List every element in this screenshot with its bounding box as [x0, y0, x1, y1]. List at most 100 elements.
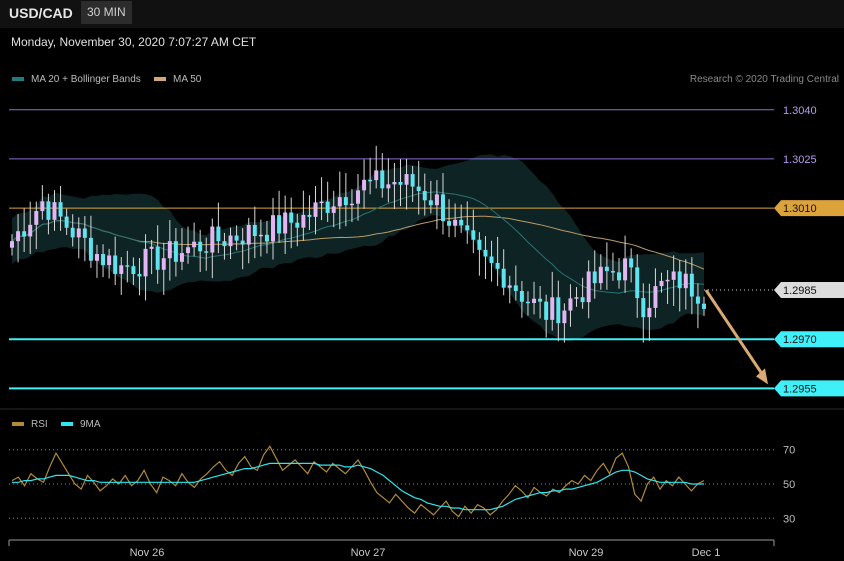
candle-body	[82, 228, 87, 238]
candle-body	[28, 224, 33, 237]
candle-body	[301, 214, 306, 228]
candle-body	[471, 230, 476, 240]
candle-body	[204, 251, 209, 253]
candle-body	[483, 249, 488, 257]
candle-body	[277, 215, 282, 234]
x-tick-label: Dec 1	[692, 547, 721, 559]
candle-body	[689, 273, 694, 297]
candle-body	[58, 202, 63, 217]
candle-body	[404, 174, 409, 185]
candle-body	[76, 228, 81, 238]
candle-body	[501, 268, 506, 288]
candle-body	[416, 186, 421, 192]
rsi-series-9ma	[12, 462, 704, 511]
candle-body	[258, 234, 263, 237]
candle-body	[592, 271, 597, 284]
candle-body	[586, 271, 591, 303]
candle-body	[307, 214, 312, 217]
candle-body	[362, 179, 367, 191]
candle-body	[453, 219, 458, 226]
candle-body	[186, 247, 191, 254]
candle-body	[465, 225, 470, 231]
candle-body	[113, 255, 118, 274]
candle-body	[562, 310, 567, 324]
candle-body	[544, 301, 549, 320]
price-label-1.2955: 1.2955	[783, 383, 817, 395]
candle-body	[440, 194, 445, 222]
candle-body	[240, 240, 245, 245]
candle-body	[641, 298, 646, 318]
price-label-1.3010: 1.3010	[783, 203, 817, 215]
candle-body	[617, 272, 622, 281]
candle-body	[343, 197, 348, 206]
x-tick-label: Nov 29	[569, 547, 604, 559]
candle-body	[610, 271, 615, 273]
candle-body	[532, 298, 537, 304]
rsi-level-label-30: 30	[783, 513, 795, 525]
candle-body	[264, 234, 269, 242]
price-label-1.3025: 1.3025	[783, 154, 817, 166]
candle-body	[519, 290, 524, 302]
candle-body	[380, 170, 385, 189]
candle-body	[629, 258, 634, 268]
candle-body	[428, 200, 433, 206]
candle-body	[623, 258, 628, 281]
candle-body	[386, 184, 391, 189]
candle-body	[410, 174, 415, 187]
candle-body	[398, 181, 403, 185]
candle-body	[556, 297, 561, 324]
candle-body	[94, 254, 99, 261]
candle-body	[671, 271, 676, 280]
candle-body	[210, 226, 215, 253]
candle-body	[271, 215, 276, 242]
candle-body	[10, 241, 14, 248]
candle-body	[16, 231, 21, 242]
candle-body	[665, 279, 670, 282]
candle-body	[198, 241, 203, 252]
candle-body	[40, 201, 45, 212]
candle-body	[683, 273, 688, 289]
candle-body	[222, 241, 227, 247]
candle-body	[46, 201, 51, 220]
candle-body	[337, 197, 342, 207]
candle-body	[695, 296, 700, 304]
candle-body	[574, 297, 579, 299]
candle-body	[216, 226, 221, 242]
candle-body	[283, 212, 288, 234]
candle-body	[374, 170, 379, 181]
rsi-series-rsi	[11, 445, 705, 518]
candle-body	[489, 256, 494, 263]
candle-body	[192, 241, 197, 248]
candle-body	[702, 303, 706, 309]
candle-body	[143, 248, 148, 277]
candle-body	[295, 222, 300, 228]
candle-body	[659, 280, 664, 287]
candle-body	[604, 266, 609, 272]
candle-body	[131, 266, 136, 275]
candle-body	[52, 202, 57, 220]
candle-body	[34, 211, 39, 225]
candle-body	[155, 246, 160, 270]
candle-body	[447, 221, 452, 226]
candle-body	[149, 246, 154, 249]
candle-body	[325, 201, 330, 213]
candle-body	[228, 235, 233, 247]
candle-body	[477, 239, 482, 250]
candle-body	[580, 297, 585, 303]
price-chart[interactable]: 1.3040 1.3025 1.3010 1.2985 1.2970 1.2955 70 50…	[0, 0, 844, 561]
candle-body	[313, 202, 318, 217]
candle-body	[319, 201, 324, 204]
candle-body	[392, 181, 397, 185]
candle-body	[356, 190, 360, 204]
candle-body	[22, 231, 27, 237]
candle-body	[179, 253, 184, 262]
price-label-1.2970: 1.2970	[783, 334, 817, 346]
candle-body	[507, 285, 512, 288]
candle-body	[647, 307, 652, 318]
candle-body	[513, 285, 518, 291]
candle-body	[252, 224, 257, 237]
candle-body	[635, 267, 640, 299]
candle-body	[349, 203, 354, 206]
candle-body	[568, 298, 573, 311]
candle-body	[538, 298, 543, 302]
